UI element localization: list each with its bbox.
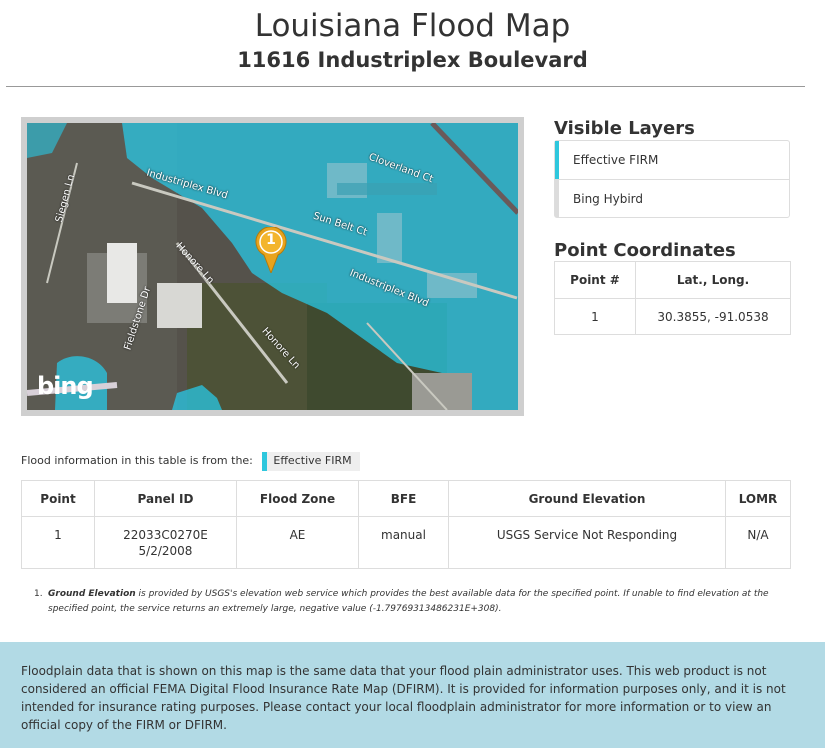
footnote-term: Ground Elevation bbox=[48, 589, 136, 599]
address-subtitle: 11616 Industriplex Boulevard bbox=[237, 48, 588, 72]
marker-label: 1 bbox=[266, 232, 276, 248]
column-header: Flood Zone bbox=[236, 480, 359, 517]
layer-effective-firm[interactable]: Effective FIRM bbox=[555, 141, 789, 179]
flood-map[interactable]: Industriplex Blvd Sun Belt Ct Cloverland… bbox=[21, 117, 524, 416]
column-header: LOMR bbox=[725, 480, 791, 517]
table-row: 1 22033C0270E 5/2/2008 AE manual USGS Se… bbox=[21, 516, 791, 569]
flood-zone-cell: AE bbox=[236, 516, 359, 569]
map-marker[interactable]: 1 bbox=[255, 227, 287, 273]
disclaimer-text: Floodplain data that is shown on this ma… bbox=[21, 664, 786, 732]
column-header: Point bbox=[21, 480, 95, 517]
page-title: Louisiana Flood Map bbox=[254, 8, 571, 44]
layer-list: Effective FIRM Bing Hybird bbox=[554, 140, 790, 218]
point-cell: 1 bbox=[21, 516, 95, 569]
flood-source-badge: Effective FIRM bbox=[262, 452, 360, 471]
table-cell: 30.3855, -91.0538 bbox=[635, 298, 791, 335]
panel-id: 22033C0270E bbox=[123, 528, 208, 542]
flood-info-table: Point Panel ID Flood Zone BFE Ground Ele… bbox=[21, 480, 791, 569]
bing-logo: bing bbox=[37, 372, 94, 400]
column-header: Ground Elevation bbox=[448, 480, 726, 517]
footnote-text: is provided by USGS's elevation web serv… bbox=[48, 589, 769, 614]
table-cell: 1 bbox=[554, 298, 636, 335]
panel-date: 5/2/2008 bbox=[138, 544, 193, 558]
map-viewport[interactable]: Industriplex Blvd Sun Belt Ct Cloverland… bbox=[27, 123, 518, 410]
column-header: Lat., Long. bbox=[635, 261, 791, 299]
layer-label: Bing Hybird bbox=[573, 192, 644, 206]
visible-layers-title: Visible Layers bbox=[554, 118, 695, 139]
column-header: BFE bbox=[358, 480, 449, 517]
coordinates-table: Point # Lat., Long. 1 30.3855, -91.0538 bbox=[554, 261, 791, 335]
layer-label: Effective FIRM bbox=[573, 153, 659, 167]
flood-info-label: Flood information in this table is from … bbox=[21, 454, 253, 467]
lomr-cell: N/A bbox=[725, 516, 791, 569]
footnote: 1. Ground Elevation is provided by USGS'… bbox=[34, 587, 792, 617]
header-divider bbox=[6, 86, 805, 87]
table-row: 1 30.3855, -91.0538 bbox=[554, 298, 791, 335]
footnote-number: 1. bbox=[34, 589, 43, 599]
column-header: Panel ID bbox=[94, 480, 237, 517]
ground-elevation-cell: USGS Service Not Responding bbox=[448, 516, 726, 569]
disclaimer-footer: Floodplain data that is shown on this ma… bbox=[0, 642, 825, 748]
layer-bing-hybrid[interactable]: Bing Hybird bbox=[555, 179, 789, 217]
bfe-cell: manual bbox=[358, 516, 449, 569]
column-header: Point # bbox=[554, 261, 636, 299]
point-coordinates-title: Point Coordinates bbox=[554, 240, 736, 261]
panel-id-cell: 22033C0270E 5/2/2008 bbox=[94, 516, 237, 569]
flood-info-source: Flood information in this table is from … bbox=[21, 452, 360, 471]
